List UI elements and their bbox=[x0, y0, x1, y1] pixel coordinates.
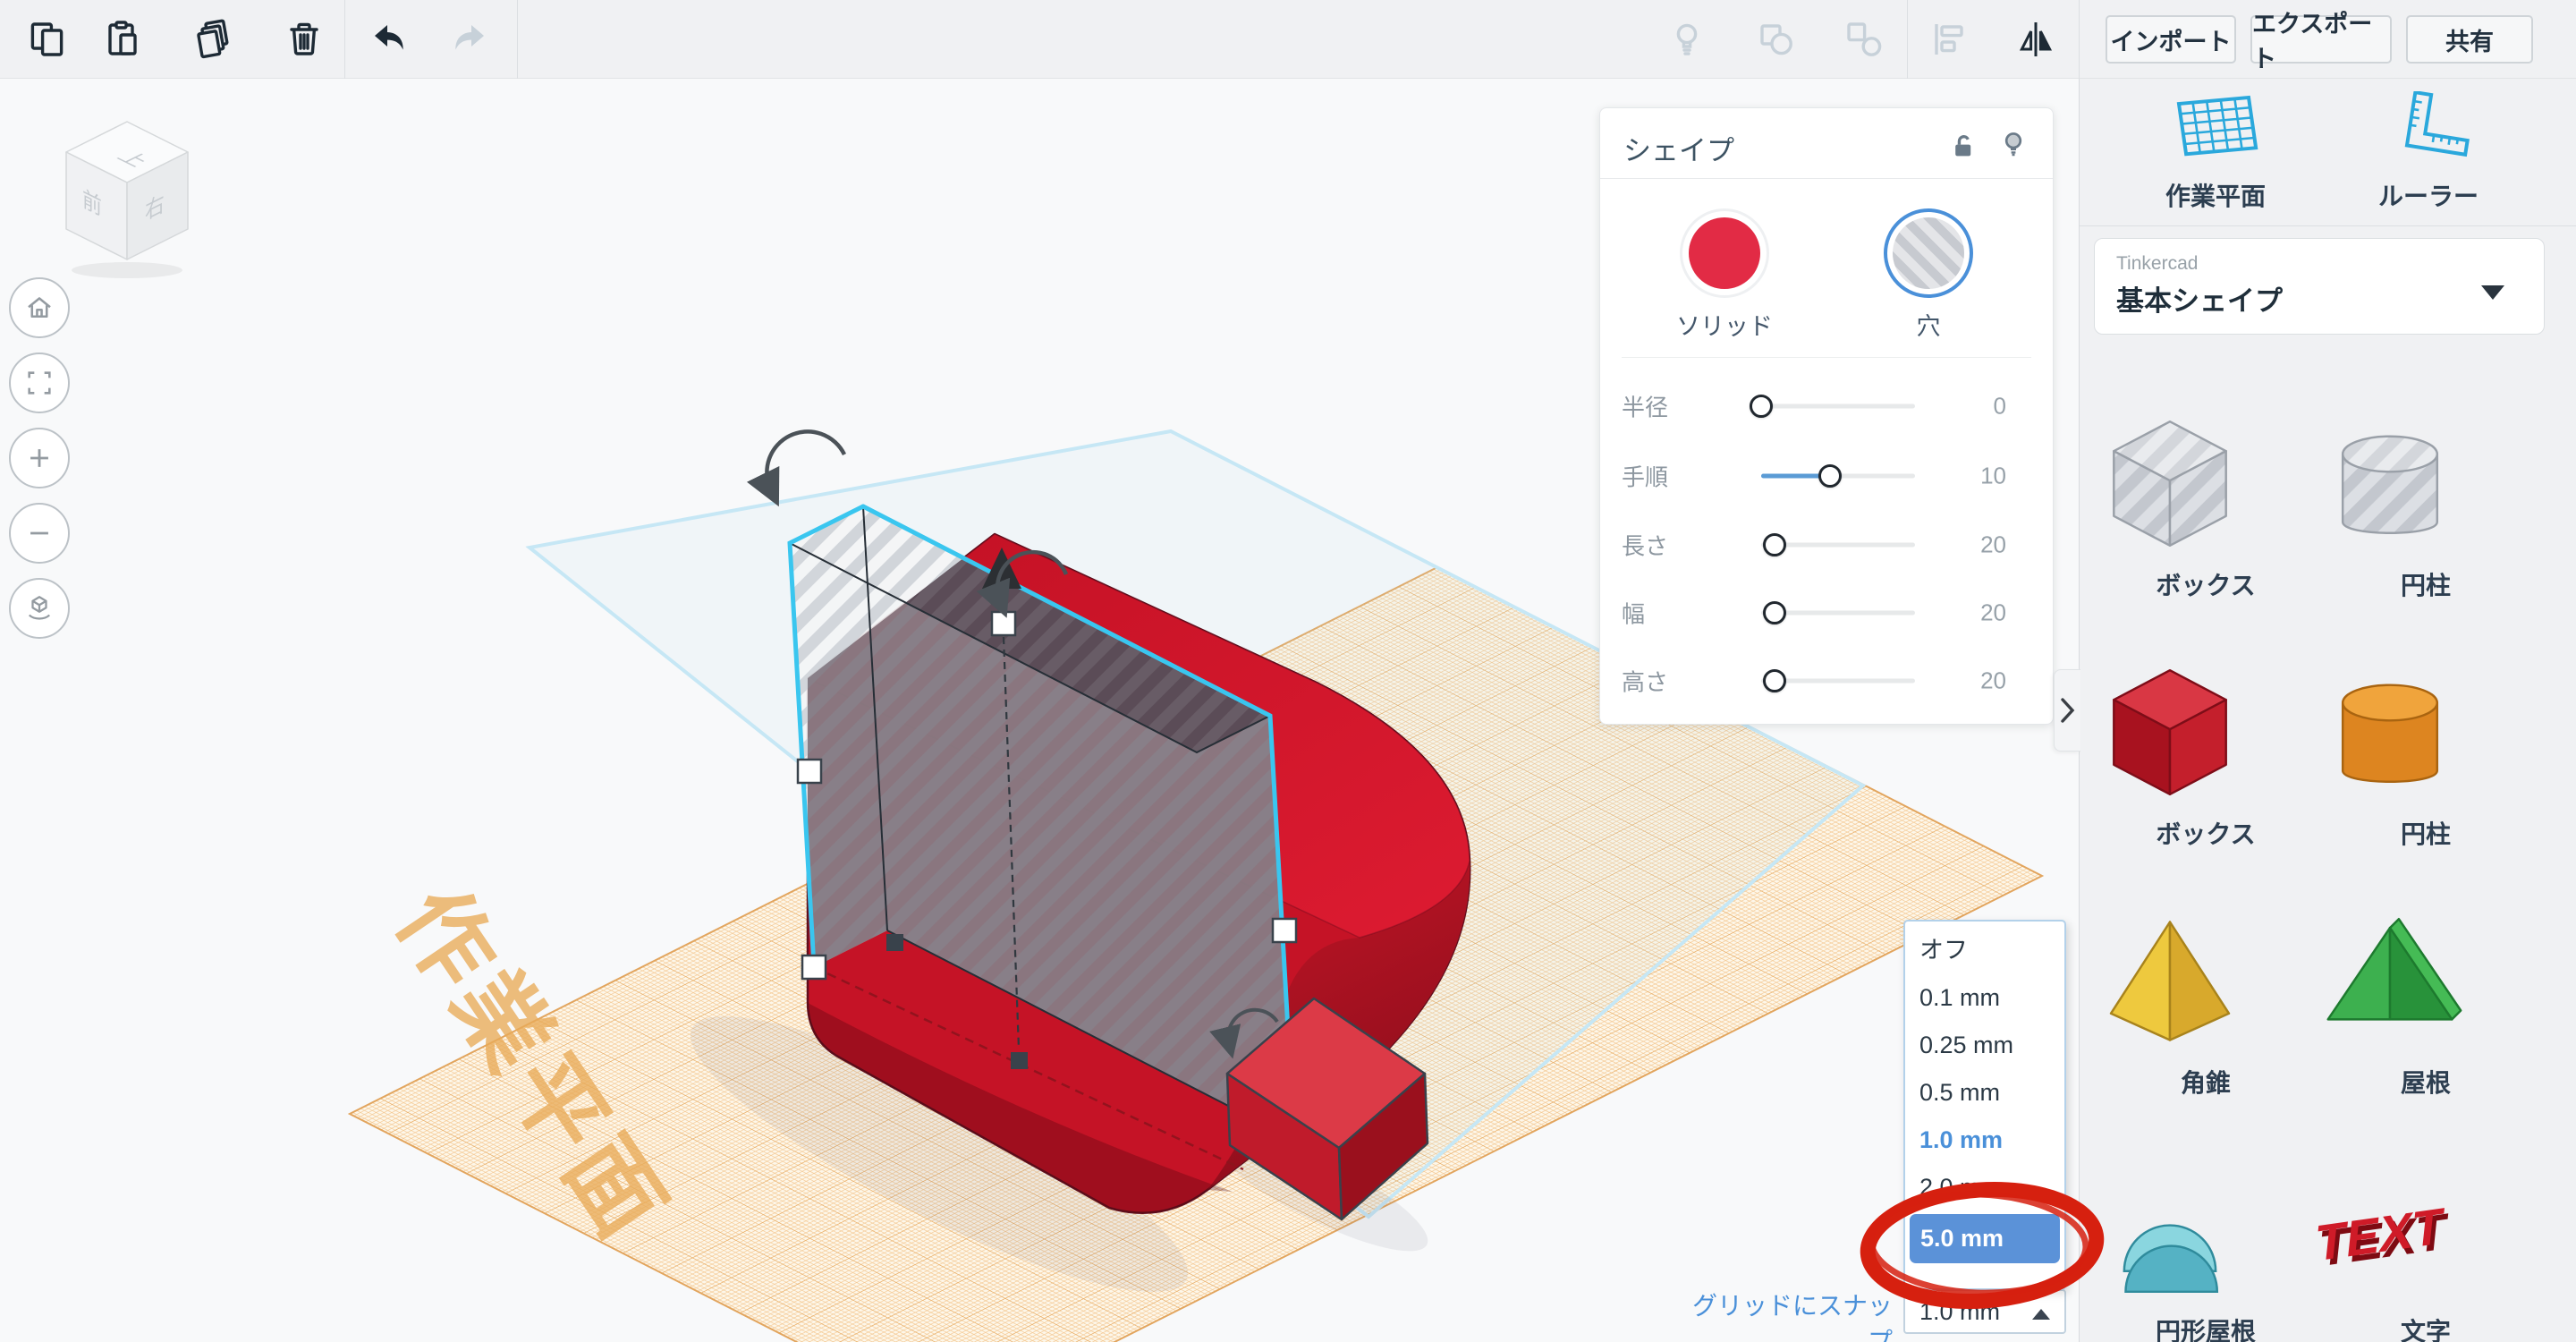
sidebar-collapse-tab[interactable] bbox=[2054, 669, 2080, 752]
text-shape-icon: TEXT TEXT bbox=[2314, 1197, 2450, 1278]
snap-to-grid-label: グリッドにスナップ bbox=[1691, 1292, 1893, 1342]
slider-handle[interactable] bbox=[1750, 395, 1773, 418]
slider-width: 幅 20 bbox=[1622, 599, 2006, 628]
slider-height: 高さ 20 bbox=[1622, 667, 2006, 696]
snap-option-off[interactable]: オフ bbox=[1905, 927, 2064, 974]
panel-title: シェイプ bbox=[1623, 135, 1734, 166]
gallery-item-hole-box[interactable]: ボックス bbox=[2094, 410, 2318, 602]
panel-divider bbox=[1622, 357, 2031, 358]
hole-swatch bbox=[1893, 217, 1964, 289]
slider-handle[interactable] bbox=[1763, 669, 1787, 692]
caret-down-icon bbox=[2481, 285, 2504, 300]
snap-option-2-0[interactable]: 2.0 mm bbox=[1905, 1164, 2064, 1211]
lightbulb-icon[interactable] bbox=[1997, 126, 2029, 162]
snap-option-0-5[interactable]: 0.5 mm bbox=[1905, 1069, 2064, 1117]
slider-radius: 半径 0 bbox=[1622, 392, 2006, 421]
snap-grid-menu: オフ 0.1 mm 0.25 mm 0.5 mm 1.0 mm 2.0 mm 5… bbox=[1903, 920, 2066, 1290]
redo-icon bbox=[447, 18, 490, 61]
shape-inspector-panel: シェイプ ソリッド 穴 半径 0 手順 10 長さ 20 幅 20 高さ 20 bbox=[1599, 107, 2054, 725]
ruler-icon bbox=[2404, 91, 2470, 157]
cylinder-icon bbox=[2341, 684, 2439, 784]
paste-icon[interactable] bbox=[100, 18, 143, 61]
toolbar-separator bbox=[517, 0, 518, 79]
pyramid-icon bbox=[2109, 921, 2231, 1041]
gallery-item-cylinder[interactable]: 円柱 bbox=[2314, 658, 2538, 851]
slider-handle[interactable] bbox=[1763, 601, 1787, 624]
caret-up-icon bbox=[2032, 1309, 2050, 1320]
gallery-item-pyramid[interactable]: 角錐 bbox=[2094, 907, 2318, 1100]
shape-library-sidebar: 作業平面 ルーラー Tinkercad 基本シェイプ ボックス 円柱 ボックス … bbox=[2079, 79, 2576, 1342]
round-roof-icon bbox=[2123, 1224, 2219, 1294]
snap-grid-select[interactable]: 1.0 mm bbox=[1903, 1289, 2066, 1334]
toolbar-separator bbox=[344, 0, 345, 79]
box-icon bbox=[2113, 668, 2227, 796]
workplane-icon bbox=[2176, 95, 2258, 157]
gallery-item-box[interactable]: ボックス bbox=[2094, 658, 2318, 851]
home-view-button[interactable] bbox=[9, 277, 70, 338]
hole-box-icon bbox=[2113, 420, 2227, 548]
slider-handle[interactable] bbox=[1763, 533, 1787, 556]
toolbar-separator bbox=[2079, 0, 2080, 79]
duplicate-icon[interactable] bbox=[193, 18, 236, 61]
snap-option-0-25[interactable]: 0.25 mm bbox=[1905, 1022, 2064, 1069]
mirror-icon[interactable] bbox=[2014, 18, 2057, 61]
delete-icon[interactable] bbox=[283, 18, 326, 61]
sidebar-item-workplane[interactable]: 作業平面 bbox=[2113, 91, 2318, 213]
snap-option-0-1[interactable]: 0.1 mm bbox=[1905, 974, 2064, 1022]
ungroup-icon bbox=[1843, 18, 1885, 61]
gallery-item-roof[interactable]: 屋根 bbox=[2314, 907, 2538, 1100]
material-solid-option[interactable] bbox=[1680, 208, 1769, 298]
gallery-item-text[interactable]: TEXT TEXT 文字 bbox=[2314, 1156, 2538, 1342]
tinkercad-editor: 作業平面 インポート エクスポート 共有 作業平面 ルーラー Tinkercad… bbox=[0, 0, 2576, 1342]
group-icon bbox=[1755, 18, 1798, 61]
copy-icon[interactable] bbox=[27, 18, 70, 61]
solid-label: ソリッド bbox=[1676, 313, 1773, 340]
perspective-toggle-button[interactable] bbox=[9, 578, 70, 639]
hole-label: 穴 bbox=[1916, 313, 1941, 340]
light-preview-icon bbox=[1665, 18, 1708, 61]
view-cube[interactable]: 上 前 右 bbox=[47, 106, 208, 285]
solid-swatch bbox=[1689, 217, 1760, 289]
snap-option-1-0-current[interactable]: 1.0 mm bbox=[1905, 1117, 2064, 1164]
align-icon bbox=[1928, 18, 1971, 61]
share-button[interactable]: 共有 bbox=[2406, 15, 2533, 64]
chevron-right-icon bbox=[2060, 698, 2074, 723]
top-toolbar: インポート エクスポート 共有 bbox=[0, 0, 2576, 79]
roof-icon bbox=[2326, 917, 2462, 1021]
zoom-in-button[interactable] bbox=[9, 428, 70, 488]
zoom-out-button[interactable] bbox=[9, 503, 70, 564]
hole-cylinder-icon bbox=[2341, 435, 2439, 535]
slider-handle[interactable] bbox=[1818, 464, 1843, 488]
import-button[interactable]: インポート bbox=[2106, 15, 2236, 64]
gallery-item-hole-cylinder[interactable]: 円柱 bbox=[2314, 410, 2538, 602]
toolbar-separator bbox=[1907, 0, 1908, 79]
export-button[interactable]: エクスポート bbox=[2250, 11, 2392, 72]
undo-icon[interactable] bbox=[369, 18, 411, 61]
panel-divider bbox=[1600, 178, 2053, 179]
snap-option-5-0-highlighted[interactable]: 5.0 mm bbox=[1910, 1214, 2060, 1263]
slider-length: 長さ 20 bbox=[1622, 531, 2006, 560]
material-hole-option[interactable] bbox=[1884, 208, 1973, 298]
unlock-icon[interactable] bbox=[1947, 130, 1978, 162]
shape-category-select[interactable]: Tinkercad 基本シェイプ bbox=[2094, 238, 2545, 335]
fit-view-button[interactable] bbox=[9, 352, 70, 413]
sidebar-divider bbox=[2080, 225, 2576, 226]
gallery-item-round-roof[interactable]: 円形屋根 bbox=[2094, 1156, 2318, 1342]
slider-track[interactable] bbox=[1761, 403, 1915, 409]
slider-steps: 手順 10 bbox=[1622, 462, 2006, 491]
sidebar-item-ruler[interactable]: ルーラー bbox=[2326, 91, 2531, 213]
